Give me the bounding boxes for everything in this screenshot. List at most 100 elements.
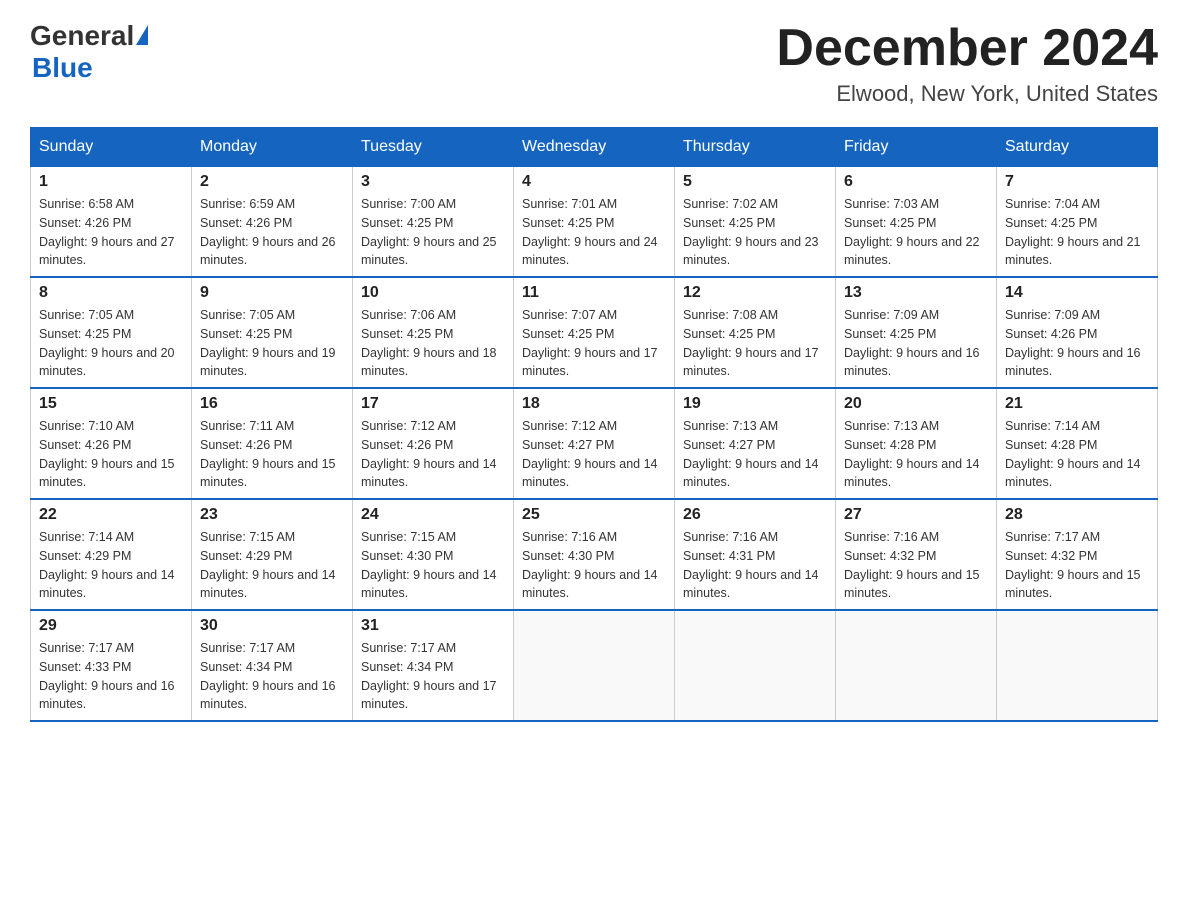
day-info: Sunrise: 7:12 AMSunset: 4:27 PMDaylight:… xyxy=(522,417,666,492)
calendar-day-cell: 13Sunrise: 7:09 AMSunset: 4:25 PMDayligh… xyxy=(836,277,997,388)
day-of-week-header: Sunday xyxy=(31,128,192,167)
day-info: Sunrise: 7:05 AMSunset: 4:25 PMDaylight:… xyxy=(39,306,183,381)
day-of-week-header: Friday xyxy=(836,128,997,167)
calendar-week-row: 1 Sunrise: 6:58 AMSunset: 4:26 PMDaylight… xyxy=(31,167,1158,278)
day-number: 17 xyxy=(361,395,505,413)
location: Elwood, New York, United States xyxy=(776,81,1158,107)
day-of-week-header: Saturday xyxy=(997,128,1158,167)
calendar-day-cell xyxy=(675,610,836,721)
page-header: General Blue December 2024 Elwood, New Y… xyxy=(30,20,1158,107)
day-info: Sunrise: 7:04 AMSunset: 4:25 PMDaylight:… xyxy=(1005,195,1149,270)
day-info: Sunrise: 7:13 AMSunset: 4:27 PMDaylight:… xyxy=(683,417,827,492)
day-number: 13 xyxy=(844,284,988,302)
day-number: 23 xyxy=(200,506,344,524)
day-info: Sunrise: 7:10 AMSunset: 4:26 PMDaylight:… xyxy=(39,417,183,492)
calendar-day-cell: 14Sunrise: 7:09 AMSunset: 4:26 PMDayligh… xyxy=(997,277,1158,388)
calendar-day-cell: 12 Sunrise: 7:08 AMSunset: 4:25 PMDayligh… xyxy=(675,277,836,388)
logo-text: General xyxy=(30,20,148,52)
title-block: December 2024 Elwood, New York, United S… xyxy=(776,20,1158,107)
day-number: 2 xyxy=(200,173,344,191)
day-number: 26 xyxy=(683,506,827,524)
calendar-day-cell: 4 Sunrise: 7:01 AMSunset: 4:25 PMDaylight… xyxy=(514,167,675,278)
logo: General Blue xyxy=(30,20,148,84)
day-info: Sunrise: 7:17 AMSunset: 4:34 PMDaylight:… xyxy=(200,639,344,714)
calendar-day-cell: 24 Sunrise: 7:15 AMSunset: 4:30 PMDayligh… xyxy=(353,499,514,610)
calendar-day-cell: 22Sunrise: 7:14 AMSunset: 4:29 PMDayligh… xyxy=(31,499,192,610)
calendar-day-cell: 27 Sunrise: 7:16 AMSunset: 4:32 PMDayligh… xyxy=(836,499,997,610)
calendar-day-cell: 26 Sunrise: 7:16 AMSunset: 4:31 PMDayligh… xyxy=(675,499,836,610)
calendar-day-cell xyxy=(997,610,1158,721)
calendar-day-cell: 21 Sunrise: 7:14 AMSunset: 4:28 PMDayligh… xyxy=(997,388,1158,499)
day-number: 6 xyxy=(844,173,988,191)
day-number: 3 xyxy=(361,173,505,191)
day-info: Sunrise: 7:00 AMSunset: 4:25 PMDaylight:… xyxy=(361,195,505,270)
day-of-week-header: Monday xyxy=(192,128,353,167)
calendar-day-cell: 31 Sunrise: 7:17 AMSunset: 4:34 PMDayligh… xyxy=(353,610,514,721)
day-info: Sunrise: 7:15 AMSunset: 4:29 PMDaylight:… xyxy=(200,528,344,603)
calendar-day-cell: 23 Sunrise: 7:15 AMSunset: 4:29 PMDayligh… xyxy=(192,499,353,610)
calendar-day-cell: 29Sunrise: 7:17 AMSunset: 4:33 PMDayligh… xyxy=(31,610,192,721)
calendar-day-cell xyxy=(836,610,997,721)
day-number: 18 xyxy=(522,395,666,413)
day-number: 20 xyxy=(844,395,988,413)
day-info: Sunrise: 7:17 AMSunset: 4:34 PMDaylight:… xyxy=(361,639,505,714)
calendar-day-cell: 5 Sunrise: 7:02 AMSunset: 4:25 PMDaylight… xyxy=(675,167,836,278)
calendar-week-row: 22Sunrise: 7:14 AMSunset: 4:29 PMDayligh… xyxy=(31,499,1158,610)
day-info: Sunrise: 7:13 AMSunset: 4:28 PMDaylight:… xyxy=(844,417,988,492)
day-number: 27 xyxy=(844,506,988,524)
day-info: Sunrise: 7:01 AMSunset: 4:25 PMDaylight:… xyxy=(522,195,666,270)
day-info: Sunrise: 7:03 AMSunset: 4:25 PMDaylight:… xyxy=(844,195,988,270)
calendar-day-cell: 28Sunrise: 7:17 AMSunset: 4:32 PMDayligh… xyxy=(997,499,1158,610)
day-info: Sunrise: 7:05 AMSunset: 4:25 PMDaylight:… xyxy=(200,306,344,381)
day-number: 16 xyxy=(200,395,344,413)
day-info: Sunrise: 7:08 AMSunset: 4:25 PMDaylight:… xyxy=(683,306,827,381)
logo-triangle-icon xyxy=(136,25,148,45)
day-info: Sunrise: 6:59 AMSunset: 4:26 PMDaylight:… xyxy=(200,195,344,270)
day-of-week-header: Tuesday xyxy=(353,128,514,167)
logo-general: General xyxy=(30,20,134,52)
day-info: Sunrise: 7:14 AMSunset: 4:28 PMDaylight:… xyxy=(1005,417,1149,492)
day-info: Sunrise: 7:02 AMSunset: 4:25 PMDaylight:… xyxy=(683,195,827,270)
calendar-day-cell: 7 Sunrise: 7:04 AMSunset: 4:25 PMDaylight… xyxy=(997,167,1158,278)
day-number: 12 xyxy=(683,284,827,302)
day-info: Sunrise: 6:58 AMSunset: 4:26 PMDaylight:… xyxy=(39,195,183,270)
calendar-day-cell: 17Sunrise: 7:12 AMSunset: 4:26 PMDayligh… xyxy=(353,388,514,499)
calendar-header-row: SundayMondayTuesdayWednesdayThursdayFrid… xyxy=(31,128,1158,167)
day-info: Sunrise: 7:16 AMSunset: 4:32 PMDaylight:… xyxy=(844,528,988,603)
calendar-table: SundayMondayTuesdayWednesdayThursdayFrid… xyxy=(30,127,1158,722)
day-info: Sunrise: 7:17 AMSunset: 4:32 PMDaylight:… xyxy=(1005,528,1149,603)
day-info: Sunrise: 7:06 AMSunset: 4:25 PMDaylight:… xyxy=(361,306,505,381)
day-of-week-header: Thursday xyxy=(675,128,836,167)
calendar-day-cell: 8Sunrise: 7:05 AMSunset: 4:25 PMDaylight… xyxy=(31,277,192,388)
day-number: 7 xyxy=(1005,173,1149,191)
calendar-day-cell: 2 Sunrise: 6:59 AMSunset: 4:26 PMDaylight… xyxy=(192,167,353,278)
calendar-day-cell: 19 Sunrise: 7:13 AMSunset: 4:27 PMDayligh… xyxy=(675,388,836,499)
day-number: 5 xyxy=(683,173,827,191)
day-info: Sunrise: 7:17 AMSunset: 4:33 PMDaylight:… xyxy=(39,639,183,714)
day-info: Sunrise: 7:07 AMSunset: 4:25 PMDaylight:… xyxy=(522,306,666,381)
day-number: 21 xyxy=(1005,395,1149,413)
calendar-day-cell: 11 Sunrise: 7:07 AMSunset: 4:25 PMDayligh… xyxy=(514,277,675,388)
calendar-week-row: 29Sunrise: 7:17 AMSunset: 4:33 PMDayligh… xyxy=(31,610,1158,721)
day-number: 22 xyxy=(39,506,183,524)
month-title: December 2024 xyxy=(776,20,1158,77)
logo-blue: Blue xyxy=(32,52,93,83)
day-info: Sunrise: 7:16 AMSunset: 4:30 PMDaylight:… xyxy=(522,528,666,603)
day-number: 4 xyxy=(522,173,666,191)
day-number: 10 xyxy=(361,284,505,302)
calendar-day-cell: 18 Sunrise: 7:12 AMSunset: 4:27 PMDayligh… xyxy=(514,388,675,499)
calendar-day-cell: 20 Sunrise: 7:13 AMSunset: 4:28 PMDayligh… xyxy=(836,388,997,499)
day-info: Sunrise: 7:15 AMSunset: 4:30 PMDaylight:… xyxy=(361,528,505,603)
day-number: 19 xyxy=(683,395,827,413)
day-number: 9 xyxy=(200,284,344,302)
day-number: 30 xyxy=(200,617,344,635)
day-number: 31 xyxy=(361,617,505,635)
day-number: 1 xyxy=(39,173,183,191)
calendar-day-cell: 3 Sunrise: 7:00 AMSunset: 4:25 PMDaylight… xyxy=(353,167,514,278)
day-number: 11 xyxy=(522,284,666,302)
calendar-day-cell: 1 Sunrise: 6:58 AMSunset: 4:26 PMDaylight… xyxy=(31,167,192,278)
day-info: Sunrise: 7:16 AMSunset: 4:31 PMDaylight:… xyxy=(683,528,827,603)
day-number: 24 xyxy=(361,506,505,524)
calendar-day-cell: 25Sunrise: 7:16 AMSunset: 4:30 PMDayligh… xyxy=(514,499,675,610)
calendar-day-cell xyxy=(514,610,675,721)
